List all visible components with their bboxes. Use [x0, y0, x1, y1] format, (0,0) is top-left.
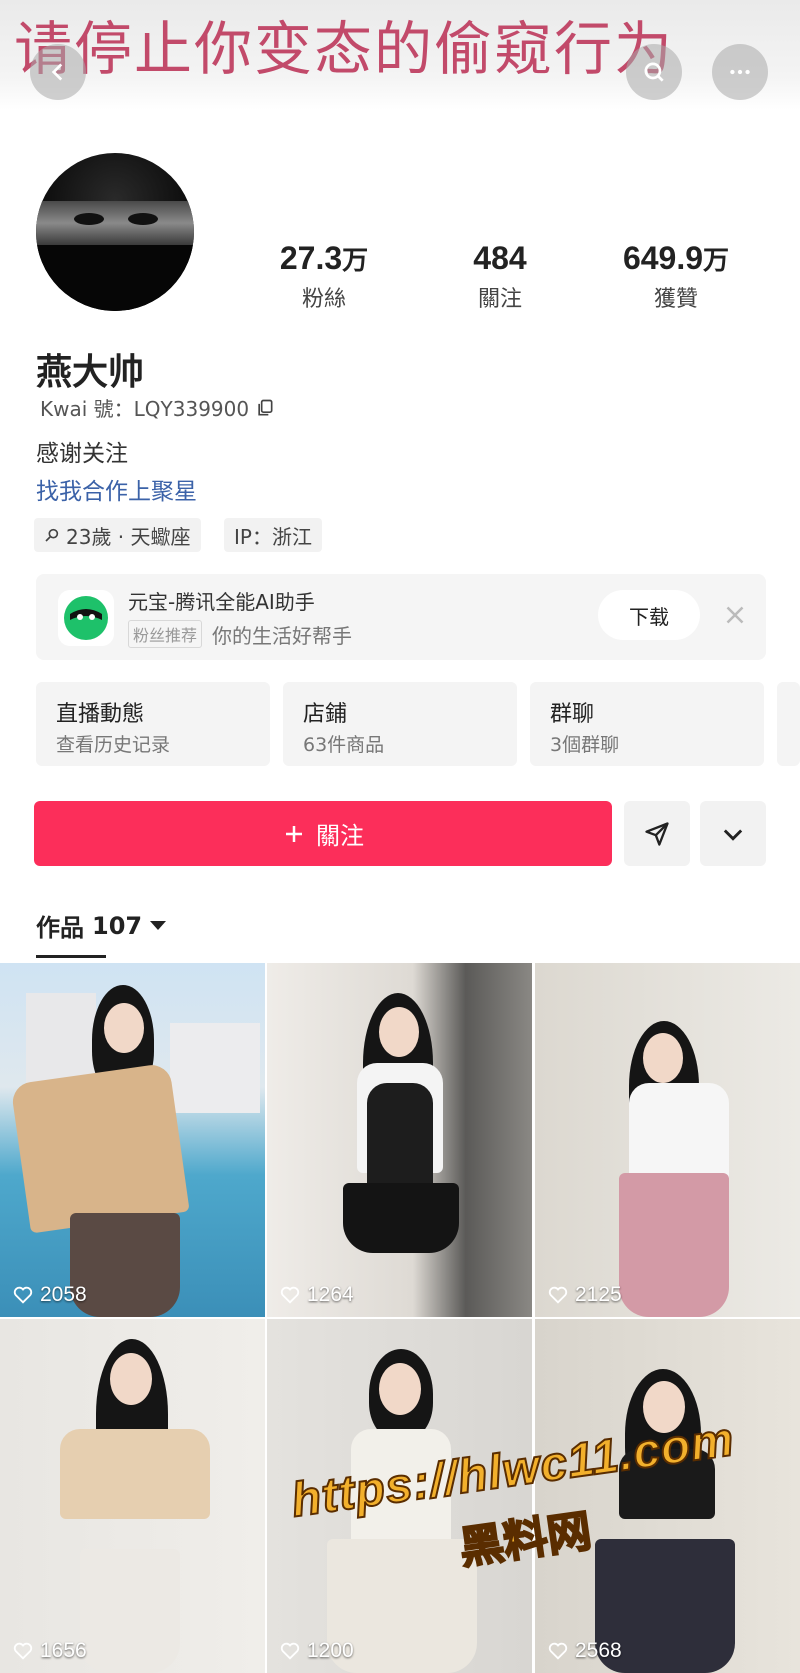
bio-link[interactable]: 找我合作上聚星 — [36, 472, 197, 506]
video-thumbnail[interactable]: 2125 — [535, 963, 800, 1317]
tag-ip: IP：浙江 — [224, 518, 322, 552]
video-thumbnail[interactable]: 1264 — [267, 963, 532, 1317]
card-shop-subtitle: 63件商品 — [303, 734, 385, 756]
card-group-subtitle: 3個群聊 — [550, 734, 620, 756]
heart-icon — [280, 1286, 300, 1304]
bio-line-1: 感谢关注 — [36, 441, 128, 467]
like-count: 2058 — [12, 1283, 87, 1307]
video-thumbnail[interactable]: 1656 — [0, 1319, 265, 1673]
send-icon — [645, 821, 669, 846]
followers-unit: 万 — [342, 246, 369, 276]
more-button[interactable] — [712, 44, 768, 100]
chevron-down-icon — [723, 828, 743, 841]
close-icon[interactable] — [720, 600, 750, 630]
tag-age-sign: 23歲 · 天蠍座 — [34, 518, 201, 552]
tag-ip-text: IP：浙江 — [234, 524, 312, 549]
card-shop[interactable]: 店鋪 63件商品 — [283, 682, 517, 766]
following-count: 484 — [473, 240, 527, 276]
app-icon — [58, 590, 114, 646]
heart-icon — [548, 1642, 568, 1660]
tab-indicator — [36, 955, 106, 958]
back-button[interactable] — [30, 44, 86, 100]
like-count: 1200 — [279, 1639, 354, 1663]
like-count-text: 1264 — [307, 1283, 354, 1306]
follow-button[interactable]: 關注 — [34, 801, 612, 866]
like-count-text: 1656 — [40, 1639, 87, 1662]
works-count: 107 — [92, 911, 143, 940]
card-live-title: 直播動態 — [56, 702, 145, 727]
like-count-text: 2058 — [40, 1283, 87, 1306]
ad-subtitle: 你的生活好帮手 — [212, 624, 352, 648]
kwai-id: Kwai 號：LQY339900 — [40, 393, 275, 422]
like-count: 1264 — [279, 1283, 354, 1307]
search-button[interactable] — [626, 44, 682, 100]
followers-count: 27.3 — [279, 240, 343, 276]
like-count-text: 1200 — [307, 1639, 354, 1662]
download-button[interactable]: 下载 — [598, 590, 700, 640]
heart-icon — [548, 1286, 568, 1304]
like-count-text: 2125 — [575, 1283, 622, 1306]
search-icon — [644, 62, 664, 82]
overlay-caption: 请停止你变态的偷窥行为 — [14, 15, 675, 83]
card-live-subtitle: 查看历史记录 — [56, 734, 171, 756]
card-partial[interactable] — [777, 682, 800, 766]
message-button[interactable] — [624, 801, 690, 866]
card-group-title: 群聊 — [550, 702, 595, 727]
plus-icon — [286, 825, 302, 842]
kwai-id-text: Kwai 號：LQY339900 — [40, 397, 250, 421]
tab-works[interactable]: 作品 107 — [36, 908, 167, 943]
chevron-left-icon — [51, 63, 63, 81]
like-count: 2125 — [547, 1283, 622, 1307]
stat-following[interactable]: 484 關注 — [420, 240, 580, 313]
video-thumbnail[interactable]: 2058 — [0, 963, 265, 1317]
tag-age-text: 23歲 · 天蠍座 — [66, 524, 191, 549]
like-count-text: 2568 — [575, 1639, 622, 1662]
follow-label: 關注 — [316, 822, 364, 850]
profile-name: 燕大帅 — [36, 352, 145, 393]
search-small-icon — [45, 528, 59, 542]
followers-label: 粉絲 — [301, 287, 346, 312]
like-count: 1656 — [12, 1639, 87, 1663]
card-shop-title: 店鋪 — [303, 702, 348, 727]
more-icon — [730, 69, 750, 75]
stat-followers[interactable]: 27.3万 粉絲 — [244, 240, 404, 313]
ad-badge: 粉丝推荐 — [128, 620, 203, 648]
copy-icon[interactable] — [255, 398, 275, 418]
heart-icon — [13, 1642, 33, 1660]
following-label: 關注 — [477, 287, 522, 312]
likes-label: 獲贊 — [653, 287, 698, 312]
heart-icon — [13, 1286, 33, 1304]
avatar[interactable] — [36, 153, 194, 311]
expand-button[interactable] — [700, 801, 766, 866]
likes-count: 649.9 — [622, 240, 704, 276]
works-label: 作品 — [36, 914, 84, 942]
ad-banner[interactable]: 元宝-腾讯全能AI助手 粉丝推荐 你的生活好帮手 下载 — [36, 574, 766, 660]
like-count: 2568 — [547, 1639, 622, 1663]
top-banner: 请停止你变态的偷窥行为 — [0, 0, 800, 110]
caret-down-icon — [150, 921, 167, 930]
card-live[interactable]: 直播動態 查看历史记录 — [36, 682, 270, 766]
ad-title: 元宝-腾讯全能AI助手 — [128, 590, 315, 614]
stat-likes[interactable]: 649.9万 獲贊 — [596, 240, 756, 313]
heart-icon — [280, 1642, 300, 1660]
likes-unit: 万 — [703, 246, 730, 276]
card-group-chat[interactable]: 群聊 3個群聊 — [530, 682, 764, 766]
